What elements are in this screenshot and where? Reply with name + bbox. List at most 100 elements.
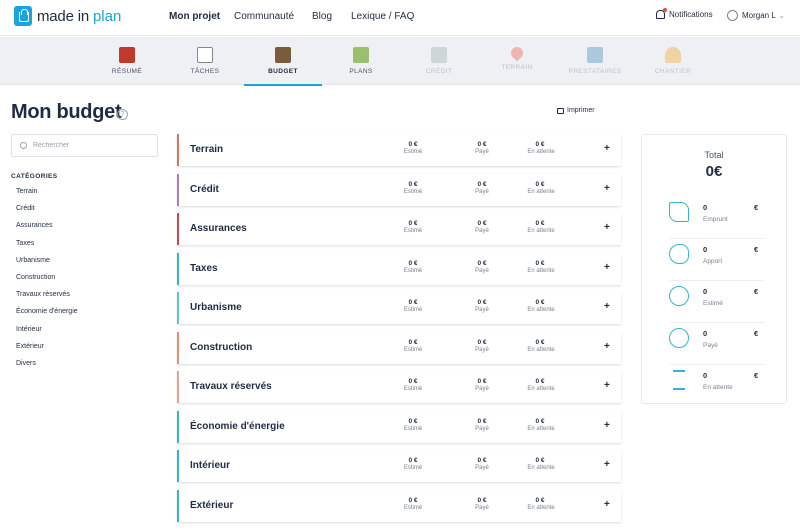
category-item[interactable]: Intérieur bbox=[16, 325, 78, 342]
attente-value: 0 € En attente bbox=[525, 457, 555, 471]
nav-blog[interactable]: Blog bbox=[312, 11, 332, 22]
paye-amount: 0 € bbox=[477, 338, 487, 346]
print-button[interactable]: Imprimer bbox=[557, 107, 595, 114]
attente-amount: 0 € bbox=[535, 141, 545, 148]
attente-label: En attente bbox=[527, 504, 555, 511]
budget-row[interactable]: Assurances 0 € Estimé 0 € Payé 0 € En attente + bbox=[177, 213, 621, 245]
estime-label: Estimé bbox=[403, 425, 423, 432]
budget-row[interactable]: Travaux réservés 0 € Estimé 0 € Payé 0 € En at… bbox=[177, 371, 621, 403]
add-expense-button[interactable]: + bbox=[604, 380, 610, 391]
estime-value: 0 € Estimé bbox=[398, 299, 428, 313]
category-item[interactable]: Divers bbox=[16, 359, 78, 376]
tab-plans[interactable]: PLANS bbox=[322, 37, 400, 85]
add-expense-button[interactable]: + bbox=[604, 499, 610, 510]
category-item[interactable]: Urbanisme bbox=[16, 256, 78, 273]
summary-currency: € bbox=[754, 245, 759, 254]
category-item[interactable]: Crédit bbox=[16, 204, 78, 221]
tab-label: CRÉDIT bbox=[425, 68, 453, 75]
user-name: Morgan L bbox=[742, 11, 776, 20]
attente-amount: 0 € bbox=[535, 417, 545, 425]
tab-label: TÂCHES bbox=[190, 68, 220, 75]
user-menu[interactable]: Morgan L ⌄ bbox=[727, 10, 785, 21]
category-item[interactable]: Terrain bbox=[16, 187, 78, 204]
category-item[interactable]: Travaux réservés bbox=[16, 290, 78, 307]
summary-value: 0 bbox=[703, 329, 708, 338]
attente-label: En attente bbox=[527, 307, 555, 313]
add-expense-button[interactable]: + bbox=[604, 341, 610, 352]
category-item[interactable]: Construction bbox=[16, 273, 78, 290]
paye-amount: 0 € bbox=[477, 259, 487, 267]
logo-icon bbox=[14, 6, 32, 26]
category-item[interactable]: Taxes bbox=[16, 239, 78, 256]
paye-value: 0 € Payé bbox=[467, 457, 497, 471]
attente-value: 0 € En attente bbox=[525, 299, 555, 313]
help-icon[interactable]: ? bbox=[117, 109, 128, 120]
add-expense-button[interactable]: + bbox=[604, 301, 610, 312]
tab-label: BUDGET bbox=[268, 68, 298, 75]
search-icon bbox=[20, 142, 27, 149]
tab-label: TERRAIN bbox=[501, 64, 533, 71]
tab-prestataires[interactable]: PRESTATAIRES bbox=[556, 37, 634, 85]
category-item[interactable]: Économie d'énergie bbox=[16, 307, 78, 324]
paye-label: Payé bbox=[475, 386, 489, 392]
tab-resume[interactable]: RÉSUMÉ bbox=[88, 37, 166, 85]
add-expense-button[interactable]: + bbox=[604, 183, 610, 194]
logo[interactable]: made in plan bbox=[14, 6, 121, 26]
page-title: Mon budget bbox=[11, 101, 122, 123]
estime-label: Estimé bbox=[403, 149, 423, 155]
nav-lexique-faq[interactable]: Lexique / FAQ bbox=[351, 11, 414, 22]
budget-row[interactable]: Construction 0 € Estimé 0 € Payé 0 € En attent… bbox=[177, 331, 621, 364]
calculator-icon bbox=[275, 47, 291, 63]
tab-budget[interactable]: BUDGET bbox=[244, 37, 322, 86]
attente-value: 0 € En attente bbox=[525, 418, 555, 432]
bell-icon bbox=[656, 8, 667, 19]
estime-value: 0 € Estimé bbox=[398, 378, 428, 392]
budget-row[interactable]: Crédit 0 € Estimé 0 € Payé 0 € En attente + bbox=[177, 173, 621, 206]
budget-row[interactable]: Taxes 0 € Estimé 0 € Payé 0 € En attente + bbox=[177, 252, 621, 285]
paye-value: 0 € Payé bbox=[467, 418, 497, 432]
categories-list: Terrain Crédit Assurances Taxes Urbanism… bbox=[16, 187, 78, 376]
total-panel: Total 0€ 0 Emprunt €0 Apport €0 Estimé €0 Payé €… bbox=[641, 134, 787, 404]
nav-mon-projet[interactable]: Mon projet bbox=[169, 11, 220, 22]
search-input[interactable] bbox=[33, 142, 143, 149]
tab-taches[interactable]: TÂCHES bbox=[166, 37, 244, 85]
notifications-button[interactable]: Notifications bbox=[656, 8, 713, 19]
tab-credit[interactable]: CRÉDIT bbox=[400, 37, 478, 85]
piggy-bank-icon bbox=[669, 244, 689, 264]
check-circle-icon bbox=[669, 328, 689, 348]
add-expense-button[interactable]: + bbox=[604, 262, 610, 273]
location-pin-icon bbox=[508, 44, 526, 62]
summary-label: En attente bbox=[703, 384, 733, 391]
tab-label: RÉSUMÉ bbox=[111, 68, 143, 75]
attente-value: 0 € En attente bbox=[525, 141, 555, 155]
add-expense-button[interactable]: + bbox=[604, 143, 610, 154]
budget-row[interactable]: Urbanisme 0 € Estimé 0 € Payé 0 € En attente + bbox=[177, 292, 621, 324]
budget-row[interactable]: Extérieur 0 € Estimé 0 € Payé 0 € En attente + bbox=[177, 489, 621, 522]
print-label: Imprimer bbox=[567, 107, 595, 114]
budget-row-name: Construction bbox=[190, 341, 253, 353]
total-value: 0€ bbox=[705, 163, 723, 180]
summary-item: 0 Estimé € bbox=[669, 281, 764, 323]
tab-terrain[interactable]: TERRAIN bbox=[478, 37, 556, 85]
paye-label: Payé bbox=[475, 188, 489, 195]
budget-row-name: Intérieur bbox=[190, 460, 231, 471]
estime-amount: 0 € bbox=[408, 180, 418, 188]
budget-row[interactable]: Intérieur 0 € Estimé 0 € Payé 0 € En attente + bbox=[177, 450, 621, 482]
budget-row[interactable]: Terrain 0 € Estimé 0 € Payé 0 € En attente + bbox=[177, 134, 621, 166]
attente-label: En attente bbox=[527, 386, 555, 392]
summary-currency: € bbox=[754, 287, 759, 296]
add-expense-button[interactable]: + bbox=[604, 459, 610, 470]
tab-chantier[interactable]: CHANTIER bbox=[634, 37, 712, 85]
paye-amount: 0 € bbox=[477, 220, 487, 227]
id-card-icon bbox=[587, 47, 603, 63]
add-expense-button[interactable]: + bbox=[604, 222, 610, 233]
category-item[interactable]: Assurances bbox=[16, 221, 78, 238]
attente-value: 0 € En attente bbox=[525, 181, 555, 195]
avatar-icon bbox=[727, 10, 738, 21]
budget-row[interactable]: Économie d'énergie 0 € Estimé 0 € Payé 0 € En … bbox=[177, 410, 621, 443]
paye-label: Payé bbox=[475, 149, 489, 155]
nav-communaute[interactable]: Communauté bbox=[234, 11, 294, 22]
category-item[interactable]: Extérieur bbox=[16, 342, 78, 359]
estime-amount: 0 € bbox=[408, 496, 418, 504]
add-expense-button[interactable]: + bbox=[604, 420, 610, 431]
